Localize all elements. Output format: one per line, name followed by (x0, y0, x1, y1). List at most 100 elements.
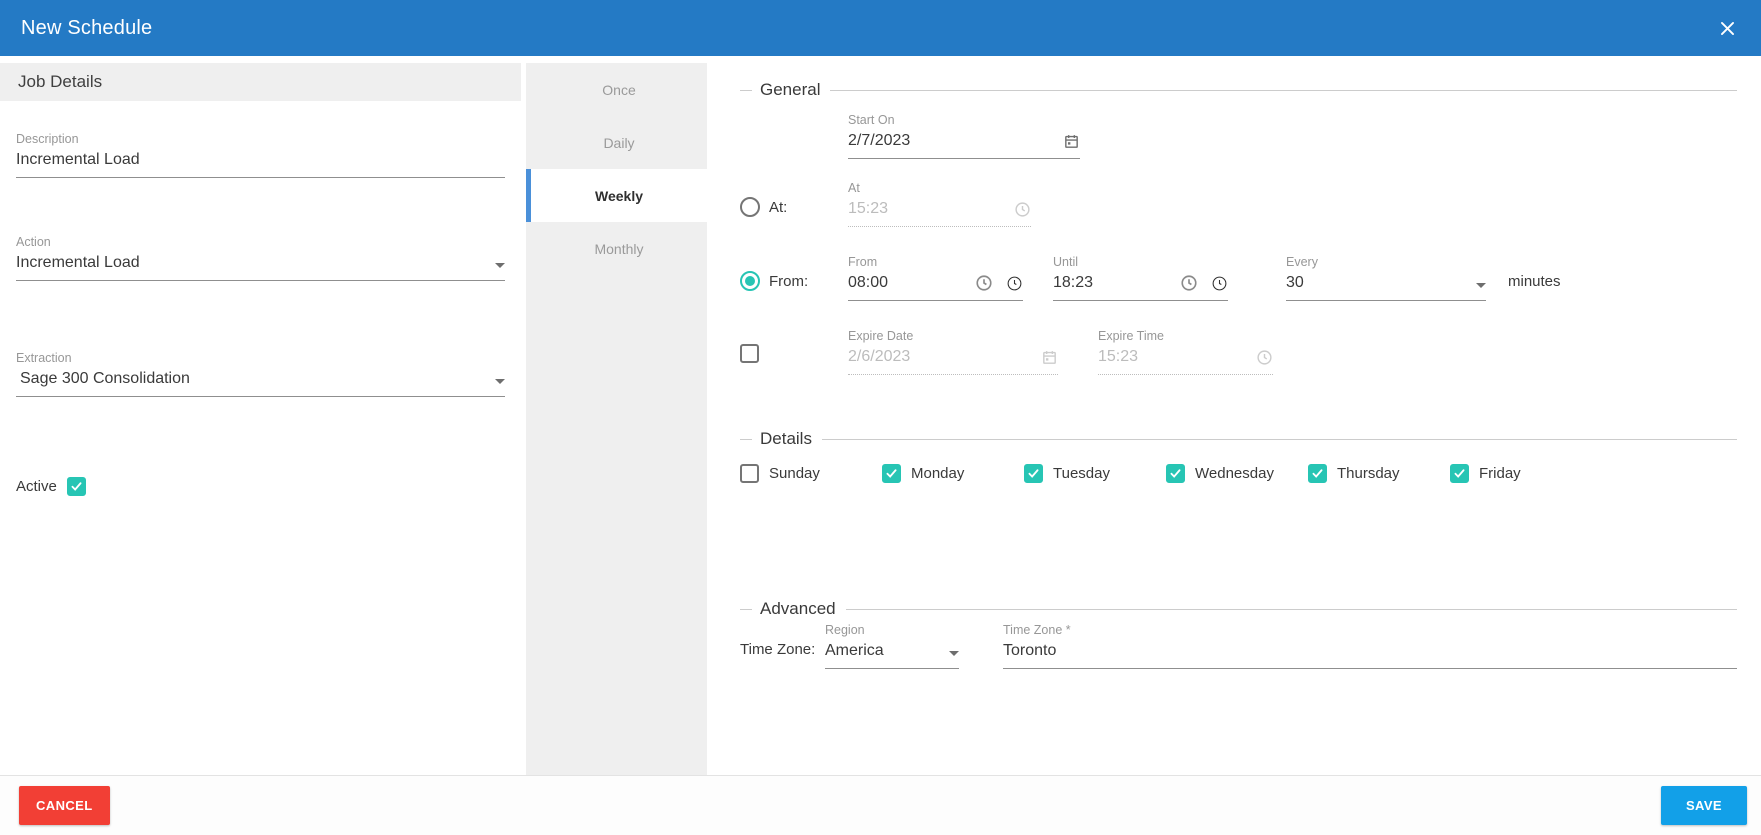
day-label: Wednesday (1195, 465, 1274, 482)
from-radio[interactable] (740, 271, 760, 291)
from-time-field[interactable]: From 08:00 (848, 255, 1023, 301)
time-zone-label: Time Zone * (1003, 623, 1737, 637)
dialog-header: New Schedule (0, 0, 1761, 56)
dropdown-arrow-icon (495, 263, 505, 268)
day-checkbox-tuesday[interactable]: Tuesday (1024, 464, 1166, 483)
day-label: Friday (1479, 465, 1521, 482)
day-label: Tuesday (1053, 465, 1110, 482)
check-icon (1450, 464, 1469, 483)
region-label: Region (825, 623, 959, 637)
day-label: Monday (911, 465, 964, 482)
from-radio-group: From: (740, 271, 848, 301)
time-zone-value: Toronto (1003, 642, 1737, 660)
minutes-unit-label: minutes (1508, 273, 1561, 301)
from-radio-label: From: (769, 273, 808, 290)
general-legend-label: General (760, 80, 820, 100)
clock-icon (1256, 349, 1273, 366)
clock-icon[interactable] (975, 274, 993, 292)
active-row: Active (16, 477, 505, 496)
day-checkbox-wednesday[interactable]: Wednesday (1166, 464, 1308, 483)
every-value: 30 (1286, 274, 1476, 292)
at-time-field[interactable]: At 15:23 (848, 181, 1031, 227)
start-on-value: 2/7/2023 (848, 132, 1063, 150)
until-time-field[interactable]: Until 18:23 (1053, 255, 1228, 301)
close-icon[interactable] (1718, 19, 1737, 38)
expire-time-label: Expire Time (1098, 329, 1273, 343)
start-on-label: Start On (848, 113, 1080, 127)
expire-checkbox[interactable] (740, 344, 759, 363)
job-details-heading: Job Details (0, 63, 521, 101)
extraction-value: Sage 300 Consolidation (16, 370, 495, 388)
at-radio-group: At: (740, 197, 848, 227)
weekday-checkboxes: Sunday Monday Tuesday Wednesday Thursday Frid… (740, 464, 1737, 483)
description-value: Incremental Load (16, 151, 505, 169)
dropdown-arrow-icon (1476, 283, 1486, 288)
clock-icon[interactable] (1006, 275, 1023, 292)
tab-daily[interactable]: Daily (526, 116, 707, 169)
tab-monthly[interactable]: Monthly (526, 222, 707, 275)
frequency-tabs: OnceDailyWeeklyMonthly (526, 63, 707, 775)
every-select[interactable]: Every 30 (1286, 255, 1486, 301)
until-field-value: 18:23 (1053, 274, 1180, 292)
clock-icon[interactable] (1180, 274, 1198, 292)
new-schedule-dialog: New Schedule Job Details Description Inc… (0, 0, 1761, 835)
every-label: Every (1286, 255, 1486, 269)
time-zone-row-label: Time Zone: (740, 641, 825, 669)
description-label: Description (16, 132, 505, 146)
schedule-settings: General Start On 2/7/2023 At (707, 56, 1761, 775)
start-on-field[interactable]: Start On 2/7/2023 (848, 113, 1080, 159)
at-radio[interactable] (740, 197, 760, 217)
details-legend-label: Details (760, 429, 812, 449)
expire-date-field[interactable]: Expire Date 2/6/2023 (848, 329, 1058, 375)
details-section-legend: Details (740, 429, 1737, 449)
dialog-body: Job Details Description Incremental Load… (0, 56, 1761, 775)
clock-icon (1014, 201, 1031, 218)
expire-date-value: 2/6/2023 (848, 348, 1041, 366)
action-select[interactable]: Action Incremental Load (16, 235, 505, 281)
until-field-label: Until (1053, 255, 1228, 269)
day-label: Thursday (1337, 465, 1400, 482)
check-icon (882, 464, 901, 483)
save-button[interactable]: SAVE (1661, 786, 1747, 825)
tab-weekly[interactable]: Weekly (526, 169, 707, 222)
day-checkbox-monday[interactable]: Monday (882, 464, 1024, 483)
check-icon (1308, 464, 1327, 483)
day-checkbox-sunday[interactable]: Sunday (740, 464, 882, 483)
advanced-legend-label: Advanced (760, 599, 836, 619)
day-checkbox-friday[interactable]: Friday (1450, 464, 1592, 483)
calendar-icon[interactable] (1063, 133, 1080, 150)
job-details-panel: Job Details Description Incremental Load… (0, 56, 521, 775)
from-field-value: 08:00 (848, 274, 975, 292)
at-field-label: At (848, 181, 1031, 195)
day-label: Sunday (769, 465, 820, 482)
expire-time-value: 15:23 (1098, 348, 1256, 366)
dropdown-arrow-icon (495, 379, 505, 384)
dialog-footer: CANCEL SAVE (0, 775, 1761, 835)
check-icon (1024, 464, 1043, 483)
region-select[interactable]: Region America (825, 623, 959, 669)
general-section-legend: General (740, 80, 1737, 100)
active-label: Active (16, 478, 57, 495)
cancel-button[interactable]: CANCEL (19, 786, 110, 825)
calendar-icon (1041, 349, 1058, 366)
day-checkbox-thursday[interactable]: Thursday (1308, 464, 1450, 483)
active-checkbox[interactable] (67, 477, 86, 496)
clock-icon[interactable] (1211, 275, 1228, 292)
tab-once[interactable]: Once (526, 63, 707, 116)
action-value: Incremental Load (16, 254, 495, 272)
description-field[interactable]: Description Incremental Load (16, 132, 505, 178)
expire-date-label: Expire Date (848, 329, 1058, 343)
at-field-value: 15:23 (848, 200, 1014, 218)
extraction-select[interactable]: Extraction Sage 300 Consolidation (16, 351, 505, 397)
action-label: Action (16, 235, 505, 249)
extraction-label: Extraction (16, 351, 505, 365)
check-icon (1166, 464, 1185, 483)
dropdown-arrow-icon (949, 651, 959, 656)
dialog-title: New Schedule (21, 17, 152, 40)
check-icon (740, 464, 759, 483)
from-field-label: From (848, 255, 1023, 269)
time-zone-field[interactable]: Time Zone * Toronto (1003, 623, 1737, 669)
at-radio-label: At: (769, 199, 787, 216)
expire-time-field[interactable]: Expire Time 15:23 (1098, 329, 1273, 375)
advanced-section-legend: Advanced (740, 599, 1737, 619)
